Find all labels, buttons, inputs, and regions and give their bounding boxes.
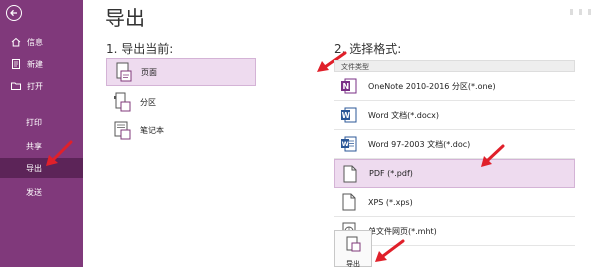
select-format-heading: 2. 选择格式:: [334, 42, 402, 56]
option-label: 笔记本: [140, 125, 164, 135]
sidebar-item-label: 打开: [27, 81, 43, 91]
sidebar-item-label: 新建: [27, 59, 43, 69]
export-page-icon: [344, 235, 362, 257]
svg-text:W: W: [342, 140, 349, 148]
sidebar-item-label: 共享: [26, 141, 42, 151]
format-onenote[interactable]: N OneNote 2010-2016 分区(*.one): [334, 72, 575, 101]
sidebar-item-label: 信息: [27, 37, 43, 47]
new-page-icon: [10, 58, 22, 70]
word-97-icon: W: [340, 134, 358, 154]
svg-text:W: W: [342, 111, 351, 120]
option-label: 分区: [140, 97, 156, 107]
notebook-icon: [112, 119, 132, 141]
backstage-sidebar: 信息 新建 打开 打印 共享 导出 发送: [0, 0, 83, 267]
format-label: XPS (*.xps): [368, 197, 413, 207]
export-button-label: 导出: [346, 260, 360, 267]
option-section[interactable]: 分区: [106, 88, 256, 116]
format-pdf[interactable]: PDF (*.pdf): [334, 159, 575, 188]
format-label: OneNote 2010-2016 分区(*.one): [368, 81, 496, 91]
page-icon: [113, 61, 133, 83]
format-word-doc[interactable]: W Word 97-2003 文档(*.doc): [334, 130, 575, 159]
sidebar-item-send[interactable]: 发送: [0, 182, 83, 202]
export-panel: 导出 1. 导出当前: 2. 选择格式: 页面 分区 笔记本 文件类型 N On…: [83, 0, 600, 267]
format-list: 文件类型 N OneNote 2010-2016 分区(*.one) W Wor…: [334, 60, 575, 246]
sidebar-item-share[interactable]: 共享: [0, 136, 83, 156]
sidebar-item-export[interactable]: 导出: [0, 158, 83, 178]
window-controls-icon: [570, 9, 591, 15]
export-button[interactable]: 导出: [334, 230, 372, 267]
format-xps[interactable]: XPS (*.xps): [334, 188, 575, 217]
folder-icon: [10, 80, 22, 92]
onenote-icon: N: [340, 76, 358, 96]
word-icon: W: [340, 105, 358, 125]
option-notebook[interactable]: 笔记本: [106, 116, 256, 144]
home-icon: [10, 36, 22, 48]
sidebar-item-new[interactable]: 新建: [0, 54, 83, 74]
file-type-column-header: 文件类型: [334, 60, 575, 72]
sidebar-item-print[interactable]: 打印: [0, 112, 83, 132]
format-label: 单文件网页(*.mht): [368, 226, 437, 236]
format-label: PDF (*.pdf): [369, 169, 413, 178]
export-current-heading: 1. 导出当前:: [106, 42, 174, 56]
back-arrow-icon[interactable]: [6, 5, 22, 21]
format-label: Word 97-2003 文档(*.doc): [368, 139, 471, 149]
option-label: 页面: [141, 67, 157, 77]
format-label: Word 文档(*.docx): [368, 110, 439, 120]
svg-text:N: N: [343, 82, 350, 91]
section-icon: [112, 91, 132, 113]
sidebar-item-label: 导出: [26, 163, 42, 173]
format-word-docx[interactable]: W Word 文档(*.docx): [334, 101, 575, 130]
pdf-icon: [341, 164, 359, 184]
sidebar-item-open[interactable]: 打开: [0, 76, 83, 96]
sidebar-item-label: 打印: [26, 117, 42, 127]
sidebar-item-info[interactable]: 信息: [0, 32, 83, 52]
page-title: 导出: [105, 6, 145, 30]
xps-icon: [340, 192, 358, 212]
option-page[interactable]: 页面: [106, 58, 256, 86]
sidebar-item-label: 发送: [26, 187, 42, 197]
